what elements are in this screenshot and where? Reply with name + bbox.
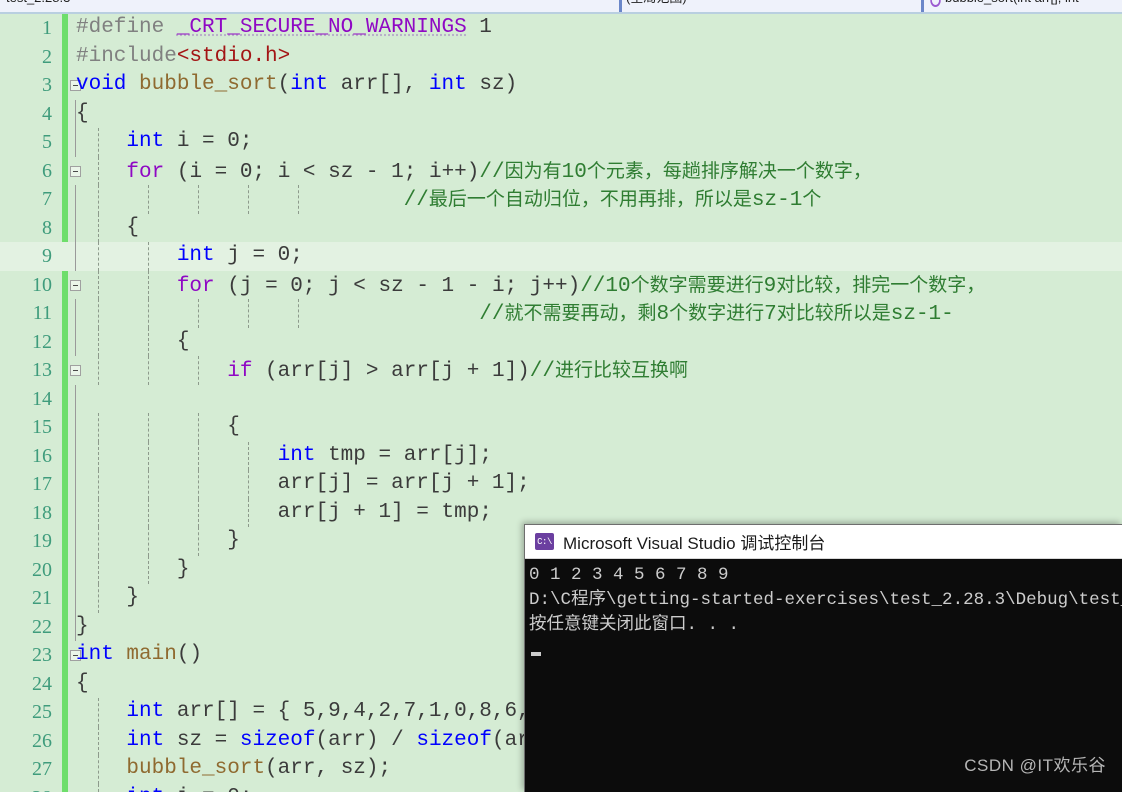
- code-line[interactable]: 6 for (i = 0; i < sz - 1; i++)//因为有10个元素…: [0, 156, 1122, 188]
- code-text[interactable]: int sz = sizeof(arr) / sizeof(arr: [76, 727, 542, 756]
- fold-region-line: [75, 384, 76, 413]
- nav-divider: [921, 0, 924, 12]
- code-line[interactable]: 10 for (j = 0; j < sz - 1 - i; j++)//10个…: [0, 270, 1122, 302]
- code-line[interactable]: 13 if (arr[j] > arr[j + 1])//进行比较互换啊: [0, 356, 1122, 385]
- scope-dropdown[interactable]: (全局范围): [620, 0, 922, 12]
- line-number: 6: [42, 159, 52, 182]
- line-number: 20: [32, 558, 52, 581]
- line-number: 3: [42, 74, 52, 96]
- code-text[interactable]: {: [76, 214, 139, 243]
- line-number: 11: [32, 302, 52, 324]
- code-text[interactable]: int i = 0;: [76, 784, 252, 792]
- code-line[interactable]: 15 {: [0, 413, 1122, 442]
- line-number: 26: [32, 729, 52, 752]
- debug-console-window[interactable]: C:\ Microsoft Visual Studio 调试控制台 0 1 2 …: [524, 524, 1122, 792]
- code-text[interactable]: void bubble_sort(int arr[], int sz): [76, 71, 517, 100]
- code-line[interactable]: 2 #include<stdio.h>: [0, 43, 1122, 72]
- member-dropdown[interactable]: bubble_sort(int arr[], int: [922, 0, 1122, 12]
- console-output: 0 1 2 3 4 5 6 7 8 9 D:\C程序\getting-starte…: [525, 559, 1122, 665]
- code-text[interactable]: arr[j] = arr[j + 1];: [76, 470, 530, 499]
- code-text[interactable]: #include<stdio.h>: [76, 43, 290, 72]
- vs-editor-window: test_2.28.3 (全局范围) bubble_sort(int arr[]…: [0, 0, 1122, 792]
- watermark-label: CSDN @IT欢乐谷: [964, 756, 1106, 775]
- code-text[interactable]: }: [76, 613, 89, 642]
- line-number: 5: [42, 131, 52, 153]
- code-text[interactable]: {: [76, 413, 240, 442]
- line-number: 8: [42, 216, 52, 239]
- code-text[interactable]: {: [76, 328, 190, 357]
- code-line[interactable]: 8 {: [0, 213, 1122, 243]
- code-text[interactable]: }: [76, 584, 139, 613]
- line-number: 28: [0, 784, 52, 792]
- line-number: 25: [32, 701, 52, 723]
- line-number: 18: [32, 501, 52, 524]
- code-text[interactable]: //最后一个自动归位，不用再排，所以是sz-1个: [76, 185, 822, 216]
- line-number: 15: [32, 416, 52, 438]
- line-number: 19: [32, 530, 52, 552]
- code-text[interactable]: int arr[] = { 5,9,4,2,7,1,0,8,6,3: [76, 698, 542, 727]
- console-title-bar[interactable]: C:\ Microsoft Visual Studio 调试控制台: [525, 525, 1122, 559]
- code-text[interactable]: for (i = 0; i < sz - 1; i++)//因为有10个元素，每…: [76, 157, 871, 188]
- code-line[interactable]: 18 arr[j + 1] = tmp;: [0, 498, 1122, 528]
- method-icon: [928, 0, 941, 5]
- code-text[interactable]: for (j = 0; j < sz - 1 - i; j++)//10个数字需…: [76, 271, 985, 302]
- code-text[interactable]: #define _CRT_SECURE_NO_WARNINGS 1: [76, 14, 492, 43]
- code-line[interactable]: 3 void bubble_sort(int arr[], int sz): [0, 71, 1122, 100]
- code-line[interactable]: 16 int tmp = arr[j];: [0, 441, 1122, 471]
- line-number: 13: [32, 359, 52, 381]
- code-text[interactable]: {: [76, 670, 89, 699]
- code-line[interactable]: 12 {: [0, 327, 1122, 357]
- code-text[interactable]: int j = 0;: [76, 242, 303, 271]
- line-number: 12: [32, 330, 52, 353]
- code-line[interactable]: 11 //就不需要再动，剩8个数字进行7对比较所以是sz-1-: [0, 299, 1122, 328]
- line-number: 21: [32, 587, 52, 609]
- line-number: 1: [42, 17, 52, 39]
- line-number: 24: [32, 672, 52, 695]
- code-text[interactable]: bubble_sort(arr, sz);: [76, 755, 391, 784]
- console-output-line: 0 1 2 3 4 5 6 7 8 9: [529, 565, 729, 585]
- code-line[interactable]: 17 arr[j] = arr[j + 1];: [0, 470, 1122, 499]
- member-dropdown-label: bubble_sort(int arr[], int: [945, 0, 1079, 12]
- console-output-line: D:\C程序\getting-started-exercises\test_2.…: [529, 590, 1122, 610]
- line-number: 17: [32, 473, 52, 495]
- nav-divider: [619, 0, 622, 12]
- line-number: 23: [32, 644, 52, 666]
- line-number: 7: [42, 188, 52, 210]
- code-text[interactable]: int i = 0;: [76, 128, 252, 157]
- line-number: 16: [32, 444, 52, 467]
- console-title-label: Microsoft Visual Studio 调试控制台: [563, 534, 826, 553]
- code-line[interactable]: 4{: [0, 99, 1122, 129]
- line-number: 10: [32, 273, 52, 296]
- line-number: 27: [32, 758, 52, 780]
- file-tab-label: test_2.28.3: [6, 0, 70, 12]
- code-line[interactable]: 1 #define _CRT_SECURE_NO_WARNINGS 1: [0, 14, 1122, 43]
- code-line[interactable]: 14: [0, 384, 1122, 413]
- code-line[interactable]: 7 //最后一个自动归位，不用再排，所以是sz-1个: [0, 185, 1122, 214]
- code-text[interactable]: arr[j + 1] = tmp;: [76, 499, 492, 528]
- cmd-icon: C:\: [535, 533, 554, 550]
- scope-dropdown-label: (全局范围): [626, 0, 687, 12]
- code-line[interactable]: 5 int i = 0;: [0, 128, 1122, 157]
- code-text[interactable]: int tmp = arr[j];: [76, 442, 492, 471]
- file-tab[interactable]: test_2.28.3: [0, 0, 620, 12]
- line-number: 2: [42, 45, 52, 68]
- line-number: 14: [32, 387, 52, 410]
- console-cursor: [531, 652, 541, 656]
- code-text[interactable]: }: [76, 556, 190, 585]
- line-number: 9: [42, 245, 52, 267]
- line-number: 22: [32, 615, 52, 638]
- code-text[interactable]: }: [76, 527, 240, 556]
- code-text[interactable]: {: [76, 100, 89, 129]
- console-output-line: 按任意键关闭此窗口. . .: [529, 615, 740, 635]
- code-text[interactable]: if (arr[j] > arr[j + 1])//进行比较互换啊: [76, 356, 688, 387]
- navigation-bar: test_2.28.3 (全局范围) bubble_sort(int arr[]…: [0, 0, 1122, 14]
- code-text[interactable]: //就不需要再动，剩8个数字进行7对比较所以是sz-1-: [76, 299, 954, 330]
- line-number: 4: [42, 102, 52, 125]
- code-text[interactable]: int main(): [76, 641, 202, 670]
- code-line[interactable]: 9 int j = 0;: [0, 242, 1122, 271]
